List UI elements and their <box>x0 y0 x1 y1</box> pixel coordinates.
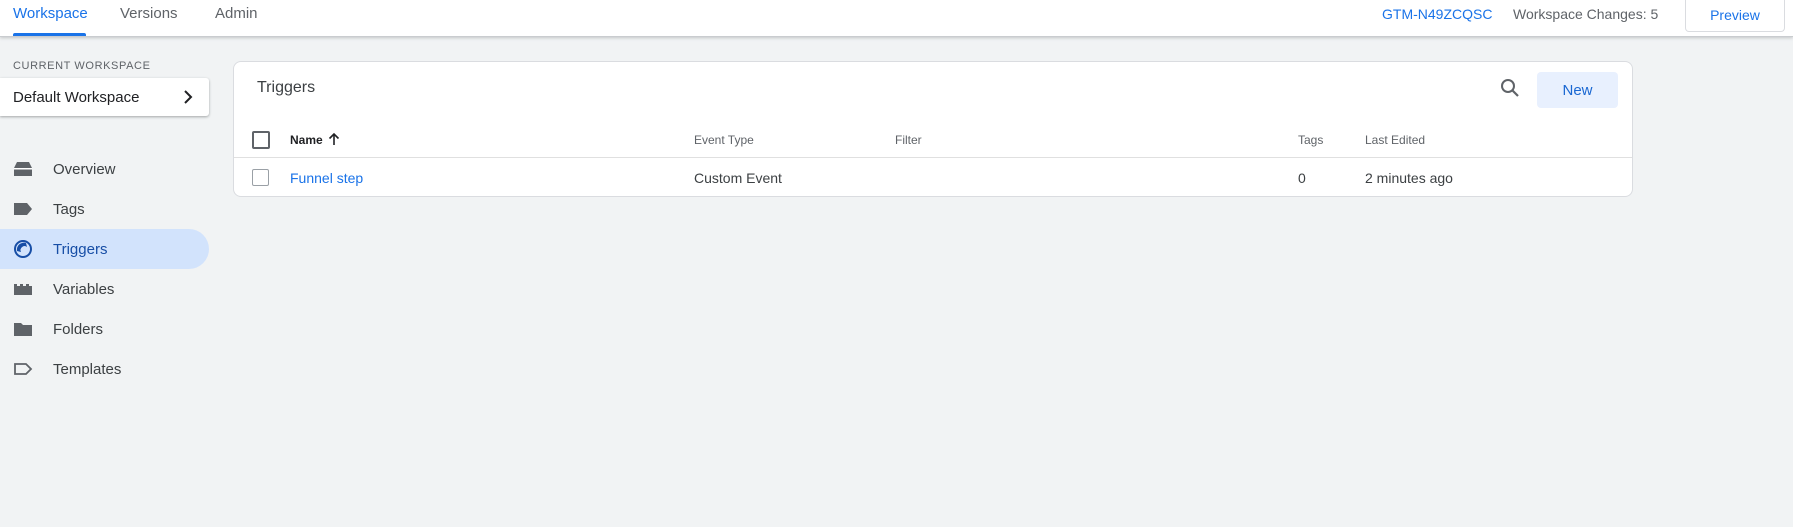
tab-workspace[interactable]: Workspace <box>13 5 88 22</box>
search-icon <box>1500 78 1520 103</box>
sidebar-item-label: Tags <box>53 200 85 218</box>
column-header-name[interactable]: Name <box>290 133 323 147</box>
sidebar-item-label: Templates <box>53 360 122 378</box>
sidebar-item-label: Variables <box>53 280 115 298</box>
sidebar-item-overview[interactable]: Overview <box>0 149 209 189</box>
sidebar-item-variables[interactable]: Variables <box>0 269 209 309</box>
row-checkbox[interactable] <box>252 169 269 186</box>
top-bar: Workspace Versions Admin GTM-N49ZCQSC Wo… <box>0 0 1793 37</box>
active-tab-indicator <box>13 33 86 36</box>
current-workspace-caption: CURRENT WORKSPACE <box>13 60 151 72</box>
column-header-event-type[interactable]: Event Type <box>694 133 754 147</box>
container-id-link[interactable]: GTM-N49ZCQSC <box>1382 6 1492 22</box>
sidebar-item-tags[interactable]: Tags <box>0 189 209 229</box>
trigger-icon <box>13 240 33 258</box>
select-all-checkbox[interactable] <box>252 131 270 149</box>
workspace-changes-count: Workspace Changes: 5 <box>1513 6 1659 22</box>
new-trigger-button[interactable]: New <box>1537 72 1618 108</box>
preview-button[interactable]: Preview <box>1685 0 1785 32</box>
trigger-name-link[interactable]: Funnel step <box>290 170 363 186</box>
page-title: Triggers <box>257 79 316 96</box>
column-header-filter[interactable]: Filter <box>895 133 922 147</box>
column-header-last-edited[interactable]: Last Edited <box>1365 133 1425 147</box>
sidebar-item-templates[interactable]: Templates <box>0 349 209 389</box>
chevron-right-icon <box>181 89 195 109</box>
tags-count-cell: 0 <box>1298 170 1306 186</box>
sidebar-item-folders[interactable]: Folders <box>0 309 209 349</box>
sidebar-item-label: Triggers <box>53 240 108 258</box>
sidebar-item-triggers[interactable]: Triggers <box>0 229 209 269</box>
table-header: Name Event Type Filter Tags Last Edited <box>234 122 1632 158</box>
workspace-selector[interactable]: Default Workspace <box>0 78 209 116</box>
overview-icon <box>13 160 33 178</box>
sidebar-item-label: Overview <box>53 160 116 178</box>
template-icon <box>13 360 33 378</box>
tab-admin[interactable]: Admin <box>215 5 258 22</box>
sort-ascending-icon[interactable] <box>328 132 340 151</box>
workspace-name: Default Workspace <box>13 88 140 106</box>
triggers-card: Triggers New Name Event Type Filter Tags… <box>233 61 1633 197</box>
sidebar-item-label: Folders <box>53 320 104 338</box>
event-type-cell: Custom Event <box>694 170 782 186</box>
last-edited-cell: 2 minutes ago <box>1365 170 1453 186</box>
table-row: Funnel step Custom Event 0 2 minutes ago <box>234 159 1632 197</box>
search-button[interactable] <box>1496 76 1524 104</box>
column-header-tags[interactable]: Tags <box>1298 133 1323 147</box>
variables-icon <box>13 280 33 298</box>
tag-icon <box>13 200 33 218</box>
folder-icon <box>13 320 33 338</box>
tab-versions[interactable]: Versions <box>120 5 178 22</box>
